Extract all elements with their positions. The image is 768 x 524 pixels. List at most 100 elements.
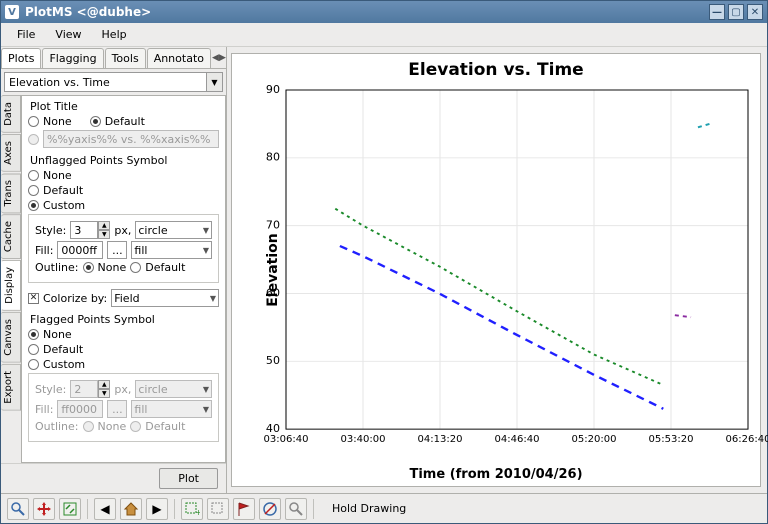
- svg-text:60: 60: [266, 287, 280, 300]
- tab-flagging[interactable]: Flagging: [42, 48, 103, 68]
- svg-text:03:40:00: 03:40:00: [340, 435, 385, 446]
- unflagged-outline-none-radio[interactable]: [83, 262, 94, 273]
- ellipsis-icon: ...: [112, 244, 123, 257]
- vtab-cache[interactable]: Cache: [1, 214, 21, 259]
- unflagged-default-radio[interactable]: [28, 185, 39, 196]
- tab-plots[interactable]: Plots: [1, 48, 41, 68]
- hold-drawing-label[interactable]: Hold Drawing: [332, 502, 406, 515]
- unflagged-fill-input[interactable]: [57, 241, 103, 259]
- svg-text:40: 40: [266, 422, 280, 435]
- nav-home-icon[interactable]: [120, 498, 142, 520]
- unflagged-shape-combo[interactable]: circle ▼: [135, 221, 212, 239]
- menu-view[interactable]: View: [45, 25, 91, 44]
- unflagged-size-input[interactable]: [70, 221, 98, 239]
- svg-text:50: 50: [266, 354, 280, 367]
- flagged-shape-combo: circle▼: [135, 380, 212, 398]
- nav-forward-icon[interactable]: ▶: [146, 498, 168, 520]
- colorize-check[interactable]: [28, 293, 39, 304]
- unflagged-custom-label: Custom: [43, 199, 85, 212]
- flagged-fill-input: [57, 400, 103, 418]
- pan-icon[interactable]: [33, 498, 55, 520]
- flagged-style-label: Style:: [35, 383, 66, 396]
- flagged-default-radio[interactable]: [28, 344, 39, 355]
- menubar: File View Help: [1, 23, 767, 47]
- vtab-export[interactable]: Export: [1, 364, 21, 411]
- ellipsis-icon: ...: [112, 403, 123, 416]
- chart-title: Elevation vs. Time: [232, 60, 760, 80]
- colorize-field-combo[interactable]: Field▼: [111, 289, 219, 307]
- flagged-size-spinner: ▲▼: [70, 380, 110, 398]
- spinner-down-icon: ▼: [98, 389, 110, 398]
- bottom-toolbar: ◀ ▶ + Hold Drawing: [1, 493, 767, 523]
- unflagged-shape-value: circle: [138, 224, 167, 237]
- unflagged-fill-label: Fill:: [35, 244, 53, 257]
- tab-tools[interactable]: Tools: [105, 48, 146, 68]
- vtab-display[interactable]: Display: [1, 260, 21, 311]
- chevron-down-icon: ▼: [203, 226, 209, 235]
- flagged-none-label: None: [43, 328, 72, 341]
- chart-svg: 40506070809003:06:4003:40:0004:13:2004:4…: [286, 90, 748, 446]
- tab-annotator[interactable]: Annotato: [147, 48, 211, 68]
- flagged-fill-mode-value: fill: [134, 403, 147, 416]
- plot-title-none-label: None: [43, 115, 72, 128]
- close-button[interactable]: ✕: [747, 4, 763, 20]
- tabs-scroll-right[interactable]: ▶: [219, 53, 226, 63]
- stretch-icon[interactable]: [59, 498, 81, 520]
- vtab-canvas[interactable]: Canvas: [1, 312, 21, 363]
- flagged-outline-none-label: None: [98, 420, 127, 433]
- unflagged-outline-label: Outline:: [35, 261, 79, 274]
- unflagged-custom-radio[interactable]: [28, 200, 39, 211]
- vtab-trans[interactable]: Trans: [1, 173, 21, 213]
- svg-text:70: 70: [266, 219, 280, 232]
- flagged-custom-radio[interactable]: [28, 359, 39, 370]
- nav-back-icon[interactable]: ◀: [94, 498, 116, 520]
- spinner-up-icon[interactable]: ▲: [98, 221, 110, 230]
- flag-icon[interactable]: [233, 498, 255, 520]
- colorize-label: Colorize by:: [43, 292, 107, 305]
- flagged-px-label: px,: [114, 383, 131, 396]
- unflagged-fill-mode-value: fill: [134, 244, 147, 257]
- menu-help[interactable]: Help: [92, 25, 137, 44]
- svg-text:04:46:40: 04:46:40: [494, 435, 539, 446]
- chevron-down-icon: ▼: [203, 405, 209, 414]
- unflagged-default-label: Default: [43, 184, 83, 197]
- unflagged-fill-picker[interactable]: ...: [107, 241, 127, 259]
- unflag-icon[interactable]: [259, 498, 281, 520]
- flagged-legend: Flagged Points Symbol: [28, 313, 219, 326]
- unflagged-style-label: Style:: [35, 224, 66, 237]
- colorize-value: Field: [114, 292, 139, 305]
- vtab-data[interactable]: Data: [1, 95, 21, 133]
- plot-title-none-radio[interactable]: [28, 116, 39, 127]
- flagged-none-radio[interactable]: [28, 329, 39, 340]
- vtab-axes[interactable]: Axes: [1, 134, 21, 172]
- svg-text:80: 80: [266, 151, 280, 164]
- minimize-button[interactable]: —: [709, 4, 725, 20]
- svg-text:+: +: [195, 508, 200, 517]
- svg-text:06:26:40: 06:26:40: [725, 435, 768, 446]
- plot-title-default-radio[interactable]: [90, 116, 101, 127]
- display-panel: Plot Title None Default Unflagged Points…: [21, 95, 226, 463]
- plot-select[interactable]: Elevation vs. Time: [4, 72, 207, 92]
- flagged-fill-label: Fill:: [35, 403, 53, 416]
- zoom-icon[interactable]: [7, 498, 29, 520]
- tabs-scroll-left[interactable]: ◀: [212, 53, 219, 63]
- chevron-down-icon: ▼: [203, 246, 209, 255]
- maximize-button[interactable]: ▢: [728, 4, 744, 20]
- unflagged-fill-mode[interactable]: fill ▼: [131, 241, 212, 259]
- locate-icon[interactable]: [285, 498, 307, 520]
- unflagged-none-label: None: [43, 169, 72, 182]
- plot-title-custom-radio[interactable]: [28, 134, 39, 145]
- unflagged-size-spinner[interactable]: ▲▼: [70, 221, 110, 239]
- flagged-fill-mode: fill ▼: [131, 400, 212, 418]
- unflagged-none-radio[interactable]: [28, 170, 39, 181]
- plot-select-dropdown[interactable]: ▼: [207, 72, 223, 92]
- window-title: PlotMS <@dubhe>: [25, 5, 706, 19]
- menu-file[interactable]: File: [7, 25, 45, 44]
- spinner-down-icon[interactable]: ▼: [98, 230, 110, 239]
- select-remove-icon[interactable]: [207, 498, 229, 520]
- plot-button[interactable]: Plot: [159, 468, 218, 489]
- select-add-icon[interactable]: +: [181, 498, 203, 520]
- unflagged-px-label: px,: [114, 224, 131, 237]
- unflagged-outline-default-radio[interactable]: [130, 262, 141, 273]
- unflagged-outline-default-label: Default: [145, 261, 185, 274]
